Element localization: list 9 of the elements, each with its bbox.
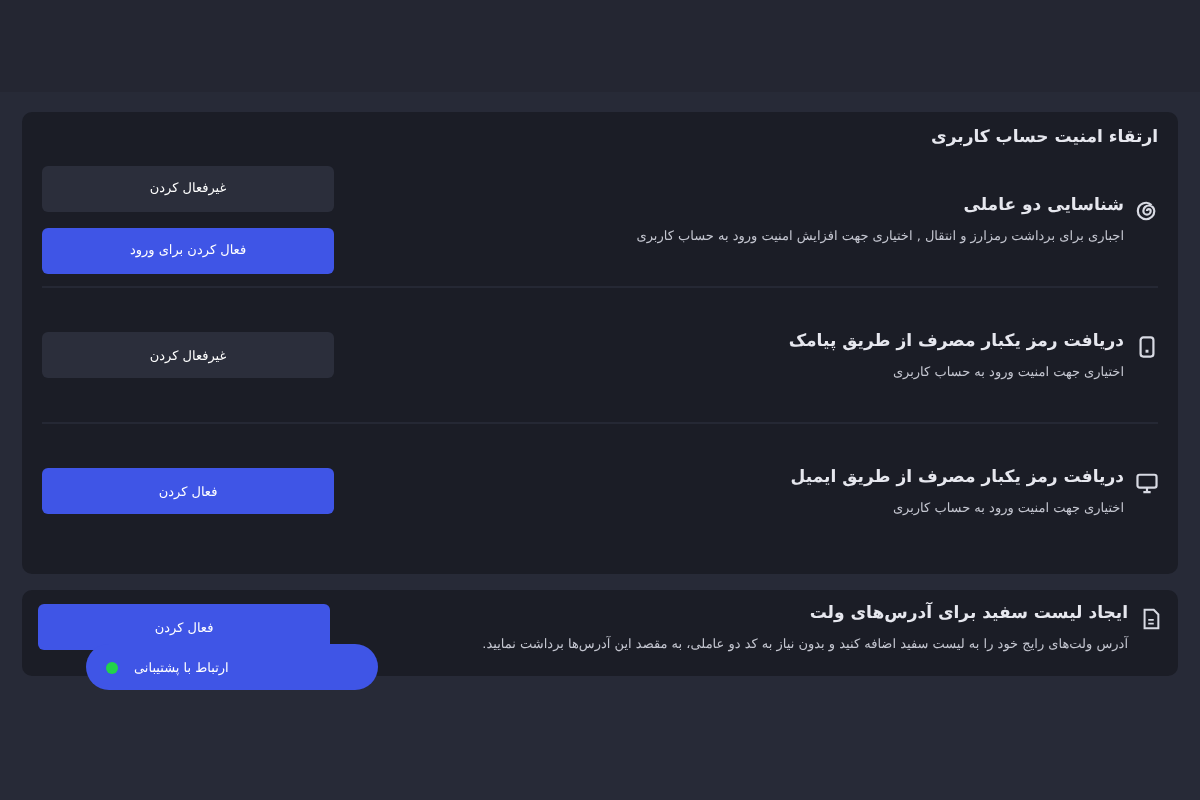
option-title: شناسایی دو عاملی: [961, 195, 1124, 215]
option-title: دریافت رمز یکبار مصرف از طریق پیامک: [788, 331, 1124, 351]
option-title: دریافت رمز یکبار مصرف از طریق ایمیل: [790, 467, 1124, 487]
option-title: ایجاد لیست سفید برای آدرس‌های ولت: [807, 604, 1128, 624]
spiral-icon: [1136, 199, 1158, 221]
card-title: ارتقاء امنیت حساب کاربری: [929, 128, 1158, 148]
phone-icon: [1136, 335, 1158, 357]
document-icon: [1140, 608, 1162, 630]
monitor-icon: [1136, 471, 1158, 493]
